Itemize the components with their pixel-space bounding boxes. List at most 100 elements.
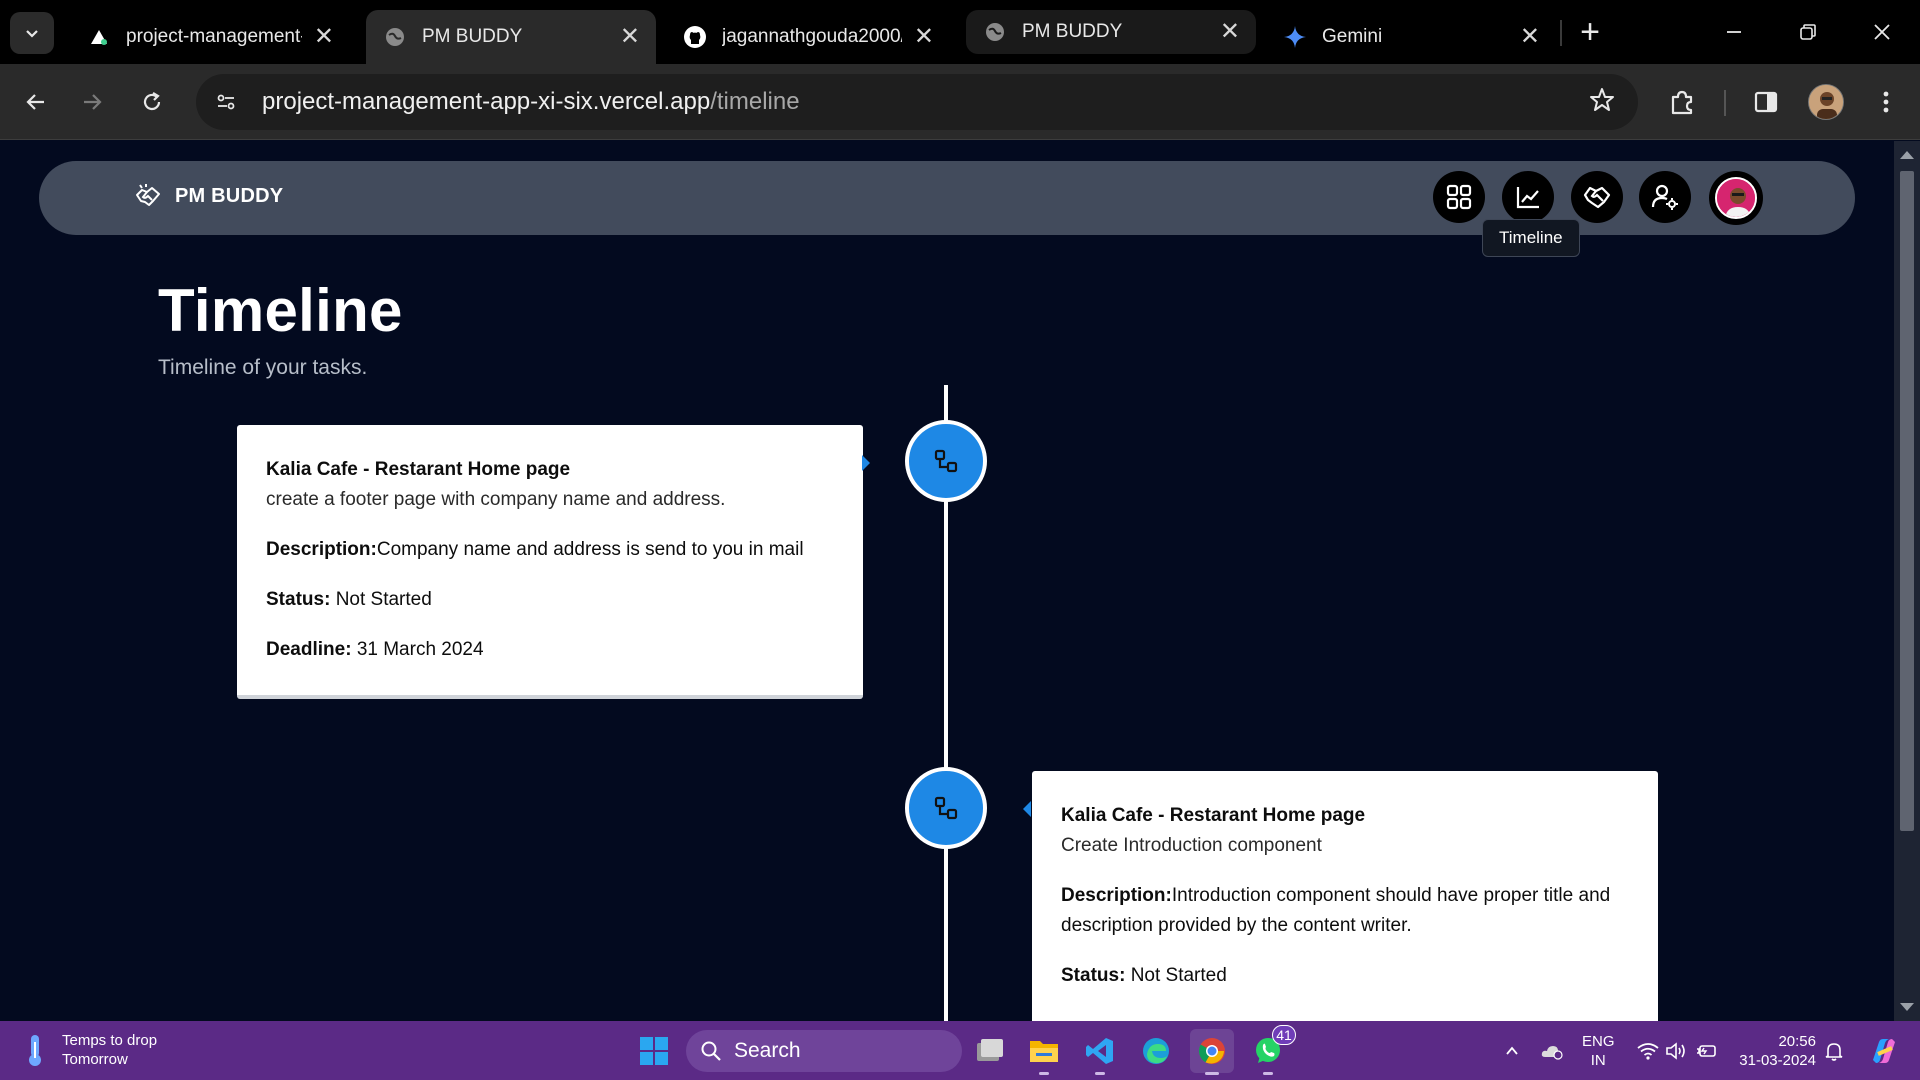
page-viewport: PM BUDDY Timeline Timeline Timeline of y… xyxy=(0,141,1894,1021)
tab-pm-buddy-2[interactable]: PM BUDDY ✕ xyxy=(966,10,1256,54)
search-icon xyxy=(701,1041,721,1061)
app-navbar: PM BUDDY xyxy=(39,161,1855,235)
browser-profile-avatar[interactable] xyxy=(1808,84,1844,120)
tab-close-icon[interactable]: ✕ xyxy=(314,25,334,49)
search-label: Search xyxy=(734,1039,801,1062)
nav-timeline-button[interactable] xyxy=(1502,171,1554,223)
dashboard-grid-icon xyxy=(1446,184,1472,210)
copilot-icon[interactable] xyxy=(1866,1033,1902,1069)
restore-button[interactable] xyxy=(1788,12,1828,52)
region-code: IN xyxy=(1590,1052,1606,1069)
user-settings-icon xyxy=(1651,184,1678,210)
task-view-icon xyxy=(977,1039,1003,1061)
new-tab-button[interactable]: + xyxy=(1572,14,1608,50)
tab-project-management[interactable]: project-management-a ✕ xyxy=(70,10,350,64)
running-indicator xyxy=(1263,1072,1273,1075)
handshake-icon xyxy=(1583,186,1611,209)
more-vert-icon xyxy=(1883,91,1889,113)
clock-date: 31-03-2024 xyxy=(1739,1052,1816,1069)
wifi-icon[interactable] xyxy=(1636,1039,1660,1063)
side-panel-icon xyxy=(1754,91,1778,113)
scroll-down-arrow-icon[interactable] xyxy=(1900,1003,1914,1011)
file-explorer-button[interactable] xyxy=(1022,1029,1066,1075)
chrome-button[interactable] xyxy=(1190,1029,1234,1075)
page-title: Timeline xyxy=(158,277,403,344)
notification-bell-icon[interactable] xyxy=(1822,1039,1846,1063)
card-deadline: Deadline: 31 March 2024 xyxy=(266,635,834,665)
page-scrollbar[interactable] xyxy=(1894,141,1920,1021)
edge-button[interactable] xyxy=(1134,1029,1178,1073)
tab-close-icon[interactable]: ✕ xyxy=(1520,25,1540,49)
clock[interactable]: 20:56 31-03-2024 xyxy=(1734,1032,1816,1070)
card-status: Status: Not Started xyxy=(266,585,834,615)
url-text[interactable]: project-management-app-xi-six.vercel.app… xyxy=(262,88,800,116)
vercel-triangle-icon xyxy=(86,24,112,50)
nav-projects-button[interactable] xyxy=(1571,171,1623,223)
scroll-up-arrow-icon[interactable] xyxy=(1900,151,1914,159)
back-button[interactable] xyxy=(14,80,58,124)
gemini-sparkle-icon xyxy=(1282,24,1308,50)
running-indicator xyxy=(1095,1072,1105,1075)
arrow-right-icon xyxy=(84,94,102,110)
tray-overflow-chevron-icon[interactable] xyxy=(1500,1039,1524,1063)
reload-icon xyxy=(143,92,161,111)
site-info-icon[interactable] xyxy=(202,78,250,126)
side-panel-button[interactable] xyxy=(1744,80,1788,124)
card-pointer-arrow xyxy=(862,455,870,471)
github-icon xyxy=(682,24,708,50)
weather-title: Temps to drop xyxy=(62,1032,158,1049)
user-avatar[interactable] xyxy=(1709,171,1763,225)
bookmark-star-icon[interactable] xyxy=(1588,86,1616,119)
deadline-value: 31 March 2024 xyxy=(356,639,484,660)
tab-close-icon[interactable]: ✕ xyxy=(1220,20,1240,44)
vscode-icon xyxy=(1086,1038,1113,1064)
tab-search-button[interactable] xyxy=(10,12,54,54)
volume-icon[interactable] xyxy=(1664,1039,1688,1063)
taskbar-search[interactable]: Search xyxy=(686,1030,962,1072)
weather-widget[interactable]: Temps to drop Tomorrow xyxy=(22,1031,157,1069)
timeline-card: Kalia Cafe - Restarant Home page Create … xyxy=(1032,771,1658,1021)
task-view-button[interactable] xyxy=(968,1029,1012,1073)
timeline-node xyxy=(905,767,987,849)
task-flow-icon xyxy=(934,796,958,820)
tab-close-icon[interactable]: ✕ xyxy=(914,25,934,49)
minimize-button[interactable] xyxy=(1714,12,1754,52)
start-button[interactable] xyxy=(632,1029,676,1073)
nav-dashboard-button[interactable] xyxy=(1433,171,1485,223)
browser-menu-button[interactable] xyxy=(1864,80,1908,124)
tab-gemini[interactable]: Gemini ✕ xyxy=(1266,10,1556,64)
address-bar[interactable]: project-management-app-xi-six.vercel.app… xyxy=(196,74,1638,130)
brand-logo-link[interactable]: PM BUDDY xyxy=(133,181,283,211)
toolbar-divider xyxy=(1724,90,1726,116)
status-value: Not Started xyxy=(1130,965,1227,986)
onedrive-cloud-icon[interactable] xyxy=(1540,1039,1564,1063)
minimize-icon xyxy=(1727,31,1741,33)
windows-taskbar: Temps to drop Tomorrow Search 41 ENG IN … xyxy=(0,1021,1920,1080)
folder-icon xyxy=(1030,1041,1058,1062)
deadline-label: Deadline: xyxy=(266,639,352,660)
extensions-button[interactable] xyxy=(1660,80,1704,124)
avatar-photo xyxy=(1715,177,1757,219)
card-description: Description:Introduction component shoul… xyxy=(1061,881,1629,941)
close-window-button[interactable] xyxy=(1862,12,1902,52)
reload-button[interactable] xyxy=(130,80,174,124)
url-path: /timeline xyxy=(710,88,800,115)
tab-pm-buddy-active[interactable]: PM BUDDY ✕ xyxy=(366,10,656,64)
handshake-logo-icon xyxy=(136,184,160,206)
running-indicator xyxy=(1205,1072,1219,1075)
browser-toolbar: project-management-app-xi-six.vercel.app… xyxy=(0,64,1920,140)
nav-users-button[interactable] xyxy=(1639,171,1691,223)
tab-close-icon[interactable]: ✕ xyxy=(620,25,640,49)
timeline-card: Kalia Cafe - Restarant Home page create … xyxy=(237,425,863,699)
tab-github[interactable]: jagannathgouda2000/p ✕ xyxy=(666,10,950,64)
puzzle-icon xyxy=(1671,90,1693,115)
forward-button[interactable] xyxy=(70,80,114,124)
globe-icon xyxy=(982,19,1008,45)
whatsapp-button[interactable]: 41 xyxy=(1246,1025,1296,1075)
tab-title: PM BUDDY xyxy=(422,26,523,47)
language-indicator[interactable]: ENG IN xyxy=(1582,1032,1615,1070)
page-subtitle: Timeline of your tasks. xyxy=(158,356,368,379)
scrollbar-thumb[interactable] xyxy=(1900,171,1914,831)
battery-icon[interactable] xyxy=(1694,1039,1718,1063)
vscode-button[interactable] xyxy=(1078,1029,1122,1075)
